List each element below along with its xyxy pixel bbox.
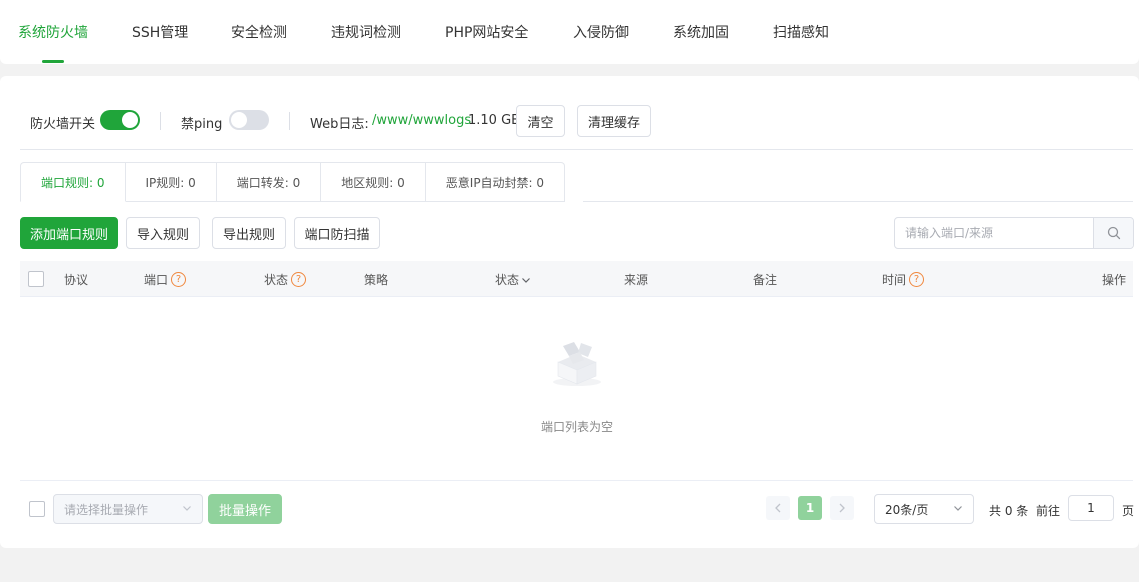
tab-php-security[interactable]: PHP网站安全 xyxy=(445,22,528,42)
chevron-right-icon xyxy=(839,503,845,513)
goto-suffix: 页 xyxy=(1122,504,1135,518)
col-protocol[interactable]: 协议 xyxy=(64,271,88,288)
firewall-switch-label: 防火墙开关 xyxy=(30,117,96,132)
select-all-checkbox[interactable] xyxy=(28,271,44,287)
col-time-label: 时间 xyxy=(882,273,907,287)
help-icon[interactable]: ? xyxy=(171,272,187,287)
subtab-malicious-ip-ban[interactable]: 恶意IP自动封禁: 0 xyxy=(425,162,566,202)
col-status: 状态? xyxy=(264,271,307,288)
col-time: 时间? xyxy=(882,271,925,288)
tab-system-firewall[interactable]: 系统防火墙 xyxy=(18,22,88,42)
footer-select-all-checkbox[interactable] xyxy=(29,501,45,517)
divider xyxy=(289,112,290,130)
prev-page-button[interactable] xyxy=(766,496,790,520)
tab-ssh[interactable]: SSH管理 xyxy=(132,22,188,42)
weblog-path-link[interactable]: /www/wwwlogs xyxy=(372,113,471,128)
col-remark: 备注 xyxy=(753,273,778,287)
goto-page-input[interactable] xyxy=(1068,495,1114,521)
col-port-label: 端口 xyxy=(144,273,169,287)
top-tab-bar: 系统防火墙 SSH管理 安全检测 违规词检测 PHP网站安全 入侵防御 系统加固… xyxy=(0,0,1139,64)
page-size-value: 20条/页 xyxy=(885,502,929,517)
page-number-current[interactable]: 1 xyxy=(798,496,822,520)
empty-state-text: 端口列表为空 xyxy=(540,420,613,434)
import-rules-button[interactable]: 导入规则 xyxy=(126,217,200,249)
ping-switch-label: 禁ping xyxy=(181,117,223,132)
col-policy: 策略 xyxy=(364,273,389,287)
firewall-panel: 防火墙开关 禁ping Web日志: /www/wwwlogs 1.10 GB … xyxy=(0,76,1139,548)
tab-system-hardening[interactable]: 系统加固 xyxy=(673,22,729,42)
chevron-left-icon xyxy=(775,503,781,513)
section-divider xyxy=(20,149,1133,150)
export-rules-button[interactable]: 导出规则 xyxy=(212,217,286,249)
subtab-port-rules[interactable]: 端口规则: 0 xyxy=(20,162,126,202)
weblog-label: Web日志: xyxy=(310,117,369,132)
page-size-select[interactable]: 20条/页 xyxy=(874,494,974,524)
search-icon xyxy=(1107,226,1120,240)
col-port: 端口? xyxy=(144,271,187,288)
col-actions: 操作 xyxy=(1102,273,1127,287)
firewall-toolbar: 防火墙开关 禁ping Web日志: /www/wwwlogs 1.10 GB … xyxy=(0,104,1139,138)
rule-tabs: 端口规则: 0 IP规则: 0 端口转发: 0 地区规则: 0 恶意IP自动封禁… xyxy=(20,162,566,202)
next-page-button[interactable] xyxy=(830,496,854,520)
total-count: 共 0 条 xyxy=(989,504,1029,518)
active-tab-indicator xyxy=(42,60,64,63)
clear-log-button[interactable]: 清空 xyxy=(516,105,565,137)
help-icon[interactable]: ? xyxy=(909,272,925,287)
empty-box-icon xyxy=(550,338,604,388)
tab-intrusion-prevention[interactable]: 入侵防御 xyxy=(573,22,629,42)
batch-action-select[interactable]: 请选择批量操作 xyxy=(53,494,203,524)
firewall-toggle[interactable] xyxy=(100,110,140,130)
subtab-region-rules[interactable]: 地区规则: 0 xyxy=(321,162,426,202)
ping-toggle[interactable] xyxy=(229,110,269,130)
divider xyxy=(160,112,161,130)
tab-scan-detection[interactable]: 扫描感知 xyxy=(773,22,829,42)
col-status-filter-label: 状态 xyxy=(495,273,520,287)
table-header: 协议 端口? 状态? 策略 状态 来源 备注 时间? 操作 xyxy=(20,261,1133,297)
subtab-port-forward[interactable]: 端口转发: 0 xyxy=(216,162,322,202)
batch-action-placeholder: 请选择批量操作 xyxy=(64,502,149,517)
add-port-rule-button[interactable]: 添加端口规则 xyxy=(20,217,118,249)
weblog-size: 1.10 GB xyxy=(468,113,521,128)
batch-operate-button[interactable]: 批量操作 xyxy=(208,494,282,524)
chevron-down-icon xyxy=(953,502,963,516)
goto-label: 前往 xyxy=(1036,504,1061,518)
help-icon[interactable]: ? xyxy=(291,272,307,287)
search-button[interactable] xyxy=(1093,218,1133,248)
col-source: 来源 xyxy=(624,273,649,287)
tabs-baseline xyxy=(583,201,1133,202)
col-status-filter[interactable]: 状态 xyxy=(495,271,531,288)
clear-cache-button[interactable]: 清理缓存 xyxy=(577,105,651,137)
search-box xyxy=(894,217,1134,249)
footer-divider xyxy=(20,480,1133,481)
subtab-ip-rules[interactable]: IP规则: 0 xyxy=(125,162,217,202)
chevron-down-icon xyxy=(521,275,531,285)
tab-violation-words[interactable]: 违规词检测 xyxy=(331,22,401,42)
chevron-down-icon xyxy=(182,502,192,516)
col-status-label: 状态 xyxy=(264,273,289,287)
port-anti-scan-button[interactable]: 端口防扫描 xyxy=(294,217,380,249)
search-input[interactable] xyxy=(895,218,1093,248)
tab-security-check[interactable]: 安全检测 xyxy=(231,22,287,42)
